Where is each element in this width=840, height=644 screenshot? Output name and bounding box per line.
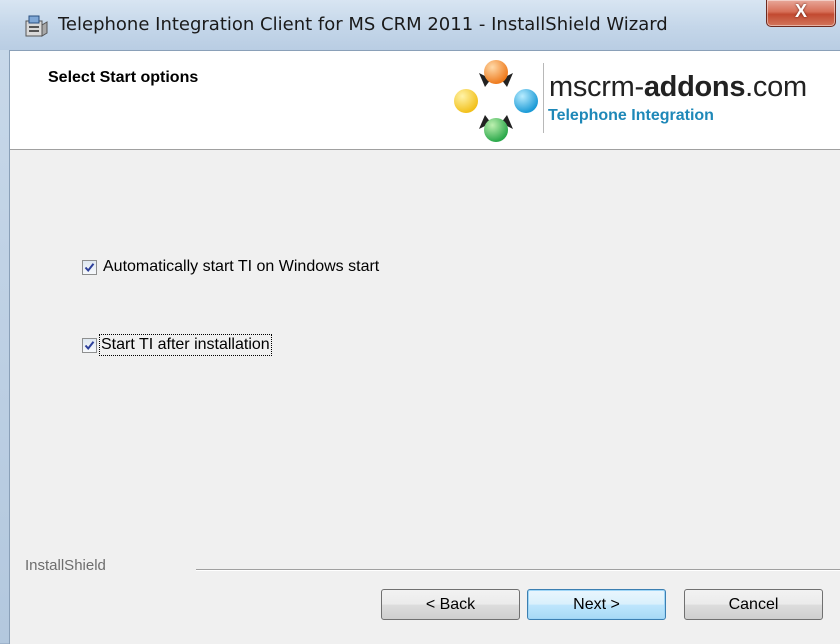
title-bar[interactable]: Telephone Integration Client for MS CRM … [0,0,840,50]
installer-icon [25,15,48,37]
checkmark-icon [84,340,95,350]
close-icon: X [794,1,807,21]
installer-window: Telephone Integration Client for MS CRM … [0,0,840,644]
next-button[interactable]: Next > [527,589,666,620]
logo-divider [543,63,544,133]
auto-start-label: Automatically start TI on Windows start [103,258,380,275]
wizard-header: Select Start options mscrm-addons.com Te… [10,51,840,150]
start-after-install-checkbox[interactable] [82,337,97,353]
logo-subtitle: Telephone Integration [548,107,714,124]
start-after-install-option[interactable]: Start TI after installation [82,334,272,356]
logo-wordmark: mscrm-addons.com [549,71,807,103]
window-title: Telephone Integration Client for MS CRM … [58,14,668,35]
back-button[interactable]: < Back [381,589,520,620]
auto-start-option[interactable]: Automatically start TI on Windows start [82,258,379,276]
wizard-client-area: Select Start options mscrm-addons.com Te… [9,50,840,644]
page-title: Select Start options [48,69,199,86]
installshield-brand: InstallShield [25,557,106,574]
checkmark-icon [84,262,95,272]
footer-separator [196,569,840,570]
auto-start-checkbox[interactable] [82,259,97,275]
mscrm-addons-logo-icon [454,60,538,142]
cancel-button[interactable]: Cancel [684,589,823,620]
start-after-install-label: Start TI after installation [99,334,272,356]
close-button[interactable]: X [766,0,836,27]
